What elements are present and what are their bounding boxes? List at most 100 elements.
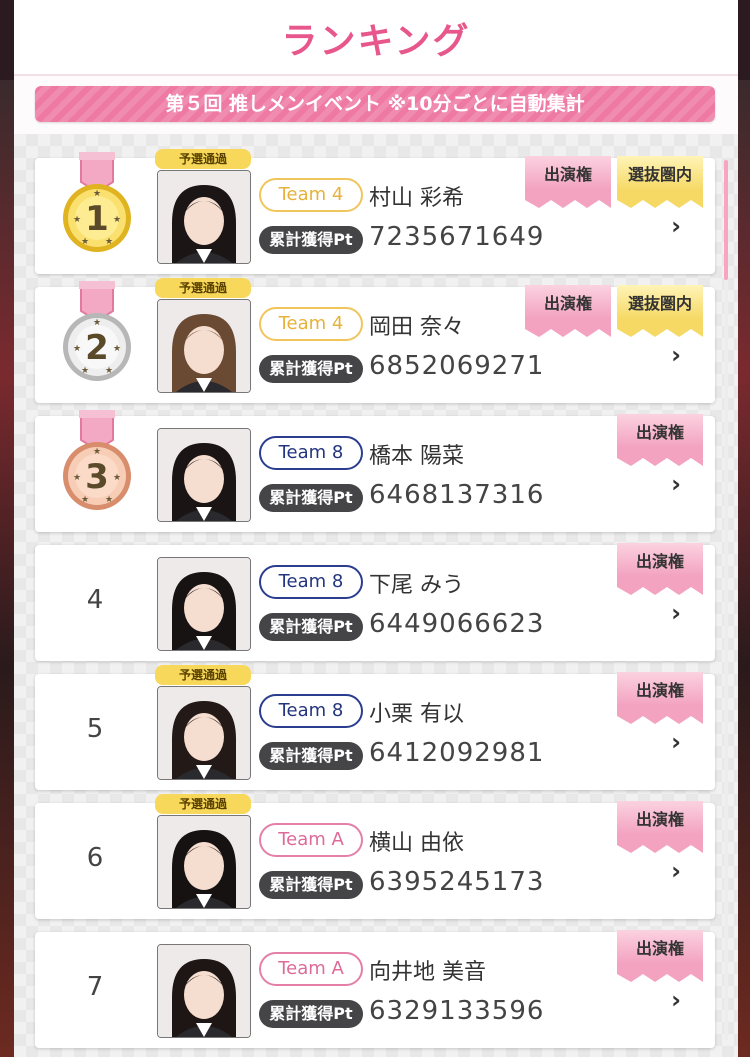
background-left (0, 80, 14, 1057)
member-photo (157, 170, 251, 264)
gold-medal-icon: 1 ★ ★ ★ ★ ★ (61, 151, 133, 256)
senbatsu-flag-label: 選抜圏内 (617, 156, 703, 190)
member-points: 7235671649 (369, 222, 545, 252)
points-label-badge: 累計獲得Pt (259, 226, 363, 254)
shutsuen-flag-label: 出演権 (617, 801, 703, 835)
member-points: 6412092981 (369, 738, 545, 768)
team-badge: Team A (259, 952, 363, 986)
member-points: 6395245173 (369, 867, 545, 897)
member-photo (157, 815, 251, 909)
svg-text:★: ★ (93, 189, 101, 199)
chevron-right-icon[interactable]: › (671, 341, 681, 369)
team-badge: Team 4 (259, 307, 363, 341)
svg-text:★: ★ (81, 495, 89, 505)
scrollbar-track[interactable] (724, 160, 728, 1040)
yosen-badge: 予選通過 (155, 794, 251, 814)
member-photo (157, 944, 251, 1038)
silver-medal-icon: 2 ★ ★ ★ ★ ★ (61, 280, 133, 385)
rank-number: 5 (86, 714, 104, 744)
chevron-right-icon[interactable]: › (671, 212, 681, 240)
shutsuen-flag-tail (525, 319, 611, 337)
shutsuen-flag-label: 出演権 (617, 414, 703, 448)
svg-text:★: ★ (105, 495, 113, 505)
background-right (738, 80, 750, 1057)
svg-text:★: ★ (113, 473, 121, 483)
senbatsu-flag: 選抜圏内 (617, 285, 703, 337)
chevron-right-icon[interactable]: › (671, 857, 681, 885)
ranking-row[interactable]: 6 予選通過 Team A 横山 由依 累計獲得Pt 6395245173 出演権 › (35, 794, 715, 919)
team-badge: Team 8 (259, 694, 363, 728)
svg-text:★: ★ (81, 366, 89, 376)
member-name: 小栗 有以 (369, 702, 464, 727)
member-points: 6468137316 (369, 480, 545, 510)
shutsuen-flag: 出演権 (617, 414, 703, 466)
ranking-row[interactable]: 5 予選通過 Team 8 小栗 有以 累計獲得Pt 6412092981 出演権 › (35, 665, 715, 790)
member-name: 岡田 奈々 (369, 315, 464, 340)
yosen-badge: 予選通過 (155, 278, 251, 298)
points-label-badge: 累計獲得Pt (259, 871, 363, 899)
bronze-medal-icon: 3 ★ ★ ★ ★ ★ (61, 409, 133, 514)
member-points: 6852069271 (369, 351, 545, 381)
svg-text:★: ★ (81, 237, 89, 247)
member-name: 下尾 みう (369, 573, 464, 598)
rank-number: 7 (86, 972, 104, 1002)
ranking-row[interactable]: 7 Team A 向井地 美音 累計獲得Pt 6329133596 出演権 › (35, 930, 715, 1048)
svg-text:1: 1 (85, 199, 109, 239)
member-photo (157, 557, 251, 651)
chevron-right-icon[interactable]: › (671, 599, 681, 627)
ranking-row[interactable]: 3 ★ ★ ★ ★ ★ Team 8 橋本 陽菜 累計獲得Pt 6468137316 出… (35, 409, 715, 532)
ranking-row[interactable]: 1 ★ ★ ★ ★ ★ 予選通過 Team 4 村山 彩希 累計獲得Pt 7235671… (35, 149, 715, 274)
svg-text:★: ★ (73, 215, 81, 225)
shutsuen-flag-tail (617, 448, 703, 466)
chevron-right-icon[interactable]: › (671, 470, 681, 498)
team-badge: Team 8 (259, 436, 363, 470)
points-label-badge: 累計獲得Pt (259, 613, 363, 641)
page-title: ランキング (281, 21, 471, 62)
senbatsu-flag: 選抜圏内 (617, 156, 703, 208)
svg-text:★: ★ (73, 344, 81, 354)
shutsuen-flag: 出演権 (617, 543, 703, 595)
svg-text:★: ★ (113, 215, 121, 225)
scrollbar-thumb[interactable] (724, 160, 728, 280)
team-badge: Team A (259, 823, 363, 857)
header: ランキング (14, 0, 738, 76)
svg-text:★: ★ (105, 366, 113, 376)
shutsuen-flag-label: 出演権 (617, 930, 703, 964)
ranking-panel: ランキング 第５回 推しメンイベント ※10分ごとに自動集計 1 ★ ★ ★ ★… (14, 0, 738, 1057)
senbatsu-flag-tail (617, 190, 703, 208)
member-name: 向井地 美音 (369, 960, 486, 985)
member-photo (157, 428, 251, 522)
svg-text:★: ★ (93, 318, 101, 328)
chevron-right-icon[interactable]: › (671, 728, 681, 756)
svg-text:★: ★ (73, 473, 81, 483)
yosen-badge: 予選通過 (155, 665, 251, 685)
member-name: 村山 彩希 (369, 186, 464, 211)
points-label-badge: 累計獲得Pt (259, 484, 363, 512)
points-label-badge: 累計獲得Pt (259, 742, 363, 770)
member-photo (157, 299, 251, 393)
senbatsu-flag-label: 選抜圏内 (617, 285, 703, 319)
shutsuen-flag: 出演権 (617, 672, 703, 724)
svg-text:★: ★ (105, 237, 113, 247)
shutsuen-flag-tail (617, 835, 703, 853)
shutsuen-flag: 出演権 (617, 801, 703, 853)
member-photo (157, 686, 251, 780)
senbatsu-flag-tail (617, 319, 703, 337)
shutsuen-flag-label: 出演権 (617, 672, 703, 706)
ranking-row[interactable]: 2 ★ ★ ★ ★ ★ 予選通過 Team 4 岡田 奈々 累計獲得Pt 6852069… (35, 278, 715, 403)
ranking-row[interactable]: 4 Team 8 下尾 みう 累計獲得Pt 6449066623 出演権 › (35, 543, 715, 661)
yosen-badge: 予選通過 (155, 149, 251, 169)
rank-number: 6 (86, 843, 104, 873)
svg-text:★: ★ (113, 344, 121, 354)
points-label-badge: 累計獲得Pt (259, 355, 363, 383)
shutsuen-flag-label: 出演権 (525, 156, 611, 190)
member-name: 橋本 陽菜 (369, 444, 464, 469)
shutsuen-flag-tail (525, 190, 611, 208)
chevron-right-icon[interactable]: › (671, 986, 681, 1014)
member-points: 6449066623 (369, 609, 545, 639)
shutsuen-flag: 出演権 (617, 930, 703, 982)
shutsuen-flag-tail (617, 964, 703, 982)
shutsuen-flag: 出演権 (525, 285, 611, 337)
svg-text:★: ★ (93, 447, 101, 457)
shutsuen-flag-label: 出演権 (525, 285, 611, 319)
